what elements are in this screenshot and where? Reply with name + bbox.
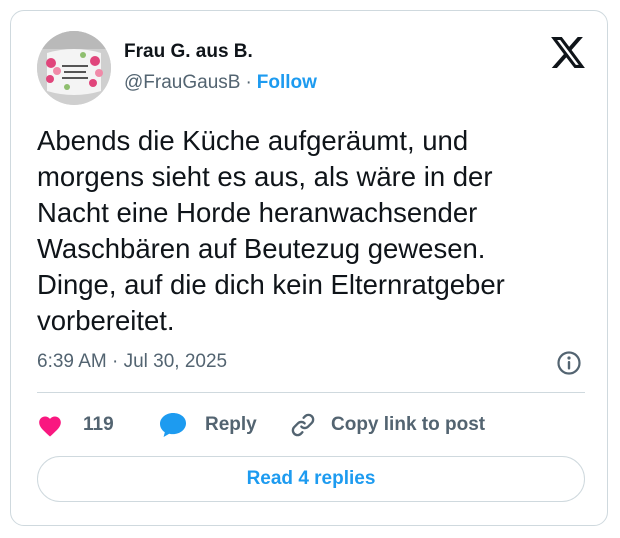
tweet-timestamp[interactable]: 6:39 AM · Jul 30, 2025 xyxy=(37,351,227,373)
separator-dot: · xyxy=(245,72,252,93)
tweet-text: Abends die Küche aufgeräumt, und morgens… xyxy=(37,125,505,336)
author-handle-line: @FrauGausB · Follow xyxy=(124,72,317,94)
speech-bubble-icon xyxy=(159,412,187,438)
divider xyxy=(37,392,585,393)
like-count: 119 xyxy=(83,414,114,435)
tweet-card: Frau G. aus B. @FrauGausB · Follow Abends … xyxy=(10,10,608,526)
heart-icon xyxy=(37,413,63,437)
reply-label: Reply xyxy=(205,414,257,435)
reply-button[interactable]: Reply xyxy=(159,409,257,441)
avatar-image xyxy=(37,31,111,105)
author-name[interactable]: Frau G. aus B. xyxy=(124,41,253,63)
author-avatar[interactable] xyxy=(37,31,111,105)
info-icon[interactable] xyxy=(556,350,582,376)
follow-button[interactable]: Follow xyxy=(257,72,317,93)
copy-link-button[interactable]: Copy link to post xyxy=(289,409,485,441)
x-logo-icon[interactable] xyxy=(551,37,585,68)
copy-link-label: Copy link to post xyxy=(331,414,486,435)
link-icon xyxy=(289,411,317,439)
read-replies-button[interactable]: Read 4 replies xyxy=(37,456,585,502)
author-handle[interactable]: @FrauGausB xyxy=(124,72,240,93)
like-button[interactable]: 119 xyxy=(37,409,114,441)
read-replies-label: Read 4 replies xyxy=(246,468,376,489)
